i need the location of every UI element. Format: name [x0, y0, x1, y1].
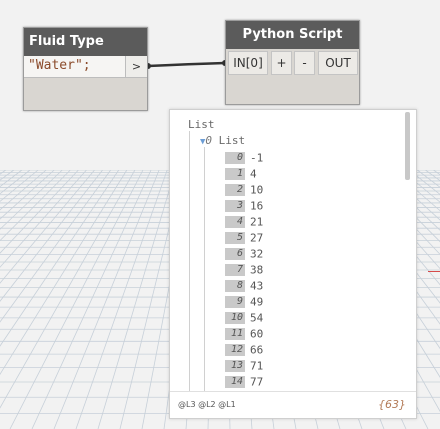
- list-item: 5 27: [225, 230, 263, 246]
- list-item-value: 4: [250, 167, 257, 181]
- root-list-label: List: [188, 118, 215, 131]
- list-item-value: 43: [250, 279, 264, 293]
- list-item-index: 0: [225, 152, 245, 164]
- preview-list-items: 0 -1 1 4 2 10 3 16 4 21 5 27 6 32 7 38 8 43 9 49 10 54 11 60 12 6…: [225, 150, 263, 390]
- list-item-index: 14: [225, 376, 245, 388]
- list-item-index: 12: [225, 344, 245, 356]
- list-item-index: 6: [225, 248, 245, 260]
- list-item: 13 71: [225, 358, 263, 374]
- list-item-value: 66: [250, 343, 264, 357]
- remove-input-button[interactable]: -: [294, 51, 315, 75]
- list-item-index: 4: [225, 216, 245, 228]
- node-fluid-type-name[interactable]: Fluid Type Name "Water"; >: [23, 27, 148, 111]
- sublist-index: 0: [205, 134, 213, 147]
- list-item-value: 32: [250, 247, 264, 261]
- list-item-value: 21: [250, 215, 264, 229]
- list-item-index: 8: [225, 280, 245, 292]
- list-item-index: 1: [225, 168, 245, 180]
- list-item-value: -1: [250, 151, 264, 165]
- list-item-index: 3: [225, 200, 245, 212]
- sublist-label: List: [218, 134, 246, 147]
- input-port-in0[interactable]: IN[0]: [228, 51, 268, 75]
- preview-footer: @L3 @L2 @L1 {63}: [170, 391, 416, 418]
- list-item-index: 13: [225, 360, 245, 372]
- sublist-header[interactable]: ▼0 List: [200, 134, 245, 147]
- list-item-value: 54: [250, 311, 264, 325]
- list-item-index: 10: [225, 312, 245, 324]
- list-item-value: 60: [250, 327, 264, 341]
- list-item: 12 66: [225, 342, 263, 358]
- list-item-value: 27: [250, 231, 264, 245]
- list-levels-label[interactable]: @L3 @L2 @L1: [178, 400, 236, 409]
- list-item-value: 77: [250, 375, 264, 389]
- list-item: 9 49: [225, 294, 263, 310]
- list-item-index: 11: [225, 328, 245, 340]
- node-python-script[interactable]: Python Script IN[0] + - OUT: [225, 20, 360, 105]
- list-item: 8 43: [225, 278, 263, 294]
- item-count: {63}: [378, 398, 406, 411]
- list-item: 10 54: [225, 310, 263, 326]
- list-item: 14 77: [225, 374, 263, 390]
- preview-scrollbar[interactable]: [405, 112, 410, 180]
- list-item: 0 -1: [225, 150, 263, 166]
- list-item-value: 10: [250, 183, 264, 197]
- output-port-out[interactable]: OUT: [318, 51, 358, 75]
- axis-mark: [428, 271, 440, 272]
- port-row: IN[0] + - OUT: [226, 49, 359, 77]
- node-title[interactable]: Python Script: [226, 21, 359, 49]
- list-item-value: 38: [250, 263, 264, 277]
- tree-guide: [204, 147, 205, 391]
- list-item-value: 71: [250, 359, 264, 373]
- list-item: 6 32: [225, 246, 263, 262]
- node-title[interactable]: Fluid Type Name: [24, 28, 147, 77]
- list-item-index: 9: [225, 296, 245, 308]
- tree-guide: [189, 131, 190, 391]
- add-input-button[interactable]: +: [271, 51, 292, 75]
- list-item: 14: [225, 166, 263, 182]
- list-item: 2 10: [225, 182, 263, 198]
- list-item-index: 2: [225, 184, 245, 196]
- code-block-row[interactable]: "Water"; >: [24, 56, 147, 78]
- preview-bubble[interactable]: List ▼0 List 0 -1 1 4 2 10 3 16 4 21 5 27 6 32 7 38 8 43 9…: [169, 109, 417, 419]
- list-item: 7 38: [225, 262, 263, 278]
- list-item-value: 16: [250, 199, 264, 213]
- output-port[interactable]: >: [125, 56, 147, 77]
- list-item: 4 21: [225, 214, 263, 230]
- list-item-index: 5: [225, 232, 245, 244]
- list-item-index: 7: [225, 264, 245, 276]
- list-item: 3 16: [225, 198, 263, 214]
- list-item: 11 60: [225, 326, 263, 342]
- list-item-value: 49: [250, 295, 264, 309]
- code-text[interactable]: "Water";: [28, 58, 91, 73]
